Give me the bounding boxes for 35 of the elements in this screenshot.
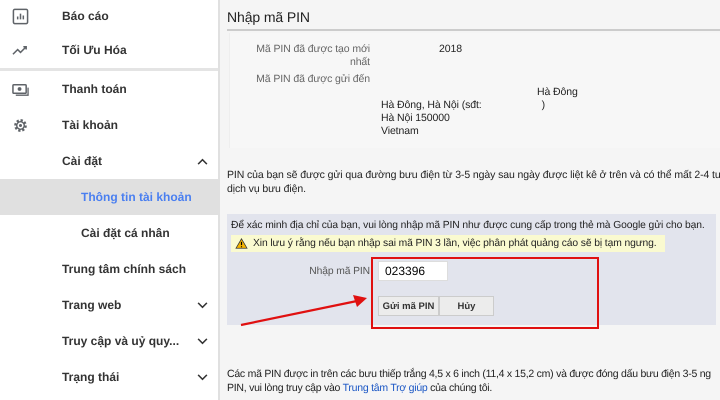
sidebar-item[interactable]: Tài khoản — [0, 107, 218, 143]
warning-text: Xin lưu ý rằng nếu bạn nhập sai mã PIN 3 lần, việc phân phát quảng cáo sẽ bị tạm ngưng. — [253, 238, 656, 249]
submit-button[interactable]: Gửi mã PIN — [378, 296, 439, 316]
chevron-down-icon[interactable] — [197, 374, 208, 380]
warning-icon — [235, 238, 248, 249]
sidebar-item[interactable]: Tối Ưu Hóa — [0, 32, 218, 68]
detail-value: Hà Đông, Hà Nội (sđt: — [381, 99, 482, 112]
pin-input-field[interactable]: 023396 — [378, 261, 448, 281]
sidebar-item[interactable]: Cài đặt — [0, 143, 218, 179]
footer-text: Các mã PIN được in trên các bưu thiếp trắng 4,5 x 6 inch (11,4 x 15,2 cm) và được đóng dấu bưu điện 3-5 ng PIN, vui lòng truy cập vào Trung tâm Trợ giúp của chúng tôi. — [227, 367, 712, 395]
detail-value: ) — [542, 99, 546, 112]
chevron-up-icon[interactable] — [197, 158, 208, 164]
bar-chart-icon — [12, 8, 29, 24]
detail-label: Mã PIN đã được tạo mới nhất — [255, 43, 371, 69]
sidebar-item[interactable]: Truy cập và uỷ quy... — [0, 323, 218, 359]
cancel-button[interactable]: Hủy — [439, 296, 494, 316]
detail-label: Mã PIN đã được gửi đến — [255, 73, 371, 87]
sidebar-item[interactable]: Trạng thái — [0, 359, 218, 395]
chevron-down-icon[interactable] — [197, 338, 208, 344]
chevron-down-icon[interactable] — [197, 302, 208, 308]
settings-icon — [12, 116, 29, 134]
detail-value: Hà Nội 150000 — [381, 112, 450, 125]
notice-text: PIN của bạn sẽ được gửi qua đường bưu điện từ 3-5 ngày sau ngày được liệt kê ở trên và có thể mất 2-4 tu dịch vụ bưu điện. — [227, 168, 720, 196]
sidebar-item[interactable]: Trang web — [0, 287, 218, 323]
detail-value: Vietnam — [381, 125, 419, 138]
instruction-text: Để xác minh địa chỉ của bạn, vui lòng nhập mã PIN như được cung cấp trong thẻ mà Google gửi cho bạn. — [231, 220, 706, 231]
section-title: Nhập mã PIN — [227, 0, 720, 31]
detail-value: Hà Đông — [537, 86, 578, 99]
sidebar-item[interactable]: Trung tâm chính sách — [0, 251, 218, 287]
detail-value: 2018 — [439, 43, 462, 56]
sidebar-item[interactable]: Cài đặt cá nhân — [0, 215, 218, 251]
sidebar-item[interactable]: Thanh toán — [0, 71, 218, 107]
pin-label: Nhập mã PIN — [308, 266, 371, 276]
sidebar-item[interactable]: Báo cáo — [0, 0, 218, 32]
help-center-link[interactable]: Trung tâm Trợ giúp — [342, 382, 428, 394]
